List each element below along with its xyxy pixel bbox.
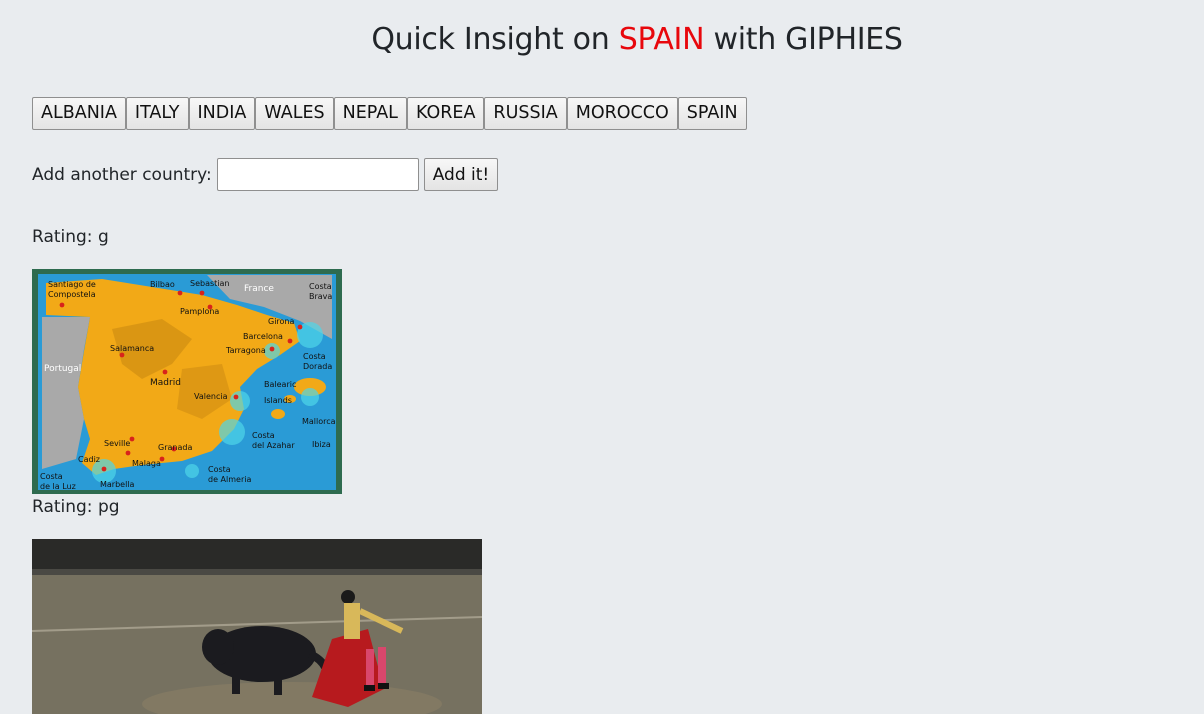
map-label-costa-brava-1: Costa (309, 282, 332, 291)
map-label-valencia: Valencia (194, 392, 228, 401)
map-label-costa-luz-2: de la Luz (40, 482, 76, 491)
map-label-balearic: Balearic (264, 380, 296, 389)
add-country-input[interactable] (216, 158, 419, 191)
map-label-madrid: Madrid (150, 378, 181, 388)
map-label-bilbao: Bilbao (150, 280, 175, 289)
map-label-mallorca: Mallorca (302, 417, 336, 426)
bullfight-gif[interactable] (32, 539, 482, 714)
map-label-granada: Granada (158, 443, 192, 452)
map-label-costa-dorada-2: Dorada (303, 362, 332, 371)
map-label-seville: Seville (104, 439, 130, 448)
title-prefix: Quick Insight on (371, 22, 610, 57)
map-label-costa-azahar-2: del Azahar (252, 441, 295, 450)
country-button-korea[interactable]: KOREA (406, 97, 485, 130)
add-country-form: Add another country: Add it! (32, 158, 499, 191)
country-button-nepal[interactable]: NEPAL (333, 97, 407, 130)
map-label-compostela: Compostela (48, 290, 96, 299)
country-button-albania[interactable]: ALBANIA (32, 97, 126, 130)
country-button-row: ALBANIA ITALY INDIA WALES NEPAL KOREA RU… (32, 97, 747, 130)
spain-map-gif[interactable]: Santiago de Compostela Bilbao Sebastian … (32, 269, 342, 494)
map-label-costa-almeria-2: de Almeria (208, 475, 251, 484)
map-label-costa-luz-1: Costa (40, 472, 63, 481)
map-label-islands: Islands (264, 396, 292, 405)
map-label-sebastian: Sebastian (190, 279, 229, 288)
country-button-wales[interactable]: WALES (255, 97, 334, 130)
map-label-ibiza: Ibiza (312, 440, 331, 449)
map-label-girona: Girona (268, 317, 295, 326)
map-label-pamplona: Pamplona (180, 307, 219, 316)
country-button-italy[interactable]: ITALY (125, 97, 189, 130)
map-label-marbella: Marbella (100, 480, 135, 489)
map-label-costa-dorada-1: Costa (303, 352, 326, 361)
add-country-label: Add another country: (32, 164, 212, 185)
country-button-spain[interactable]: SPAIN (677, 97, 747, 130)
title-country: SPAIN (618, 22, 705, 57)
rating-label: Rating: g (32, 227, 109, 247)
map-label-cadiz: Cadiz (78, 455, 100, 464)
rating-label: Rating: pg (32, 497, 120, 517)
map-label-france: France (244, 284, 274, 294)
map-label-tarragona: Tarragona (225, 346, 266, 355)
country-button-russia[interactable]: RUSSIA (484, 97, 567, 130)
add-it-button[interactable]: Add it! (423, 158, 499, 191)
map-label-portugal: Portugal (44, 364, 81, 374)
country-button-morocco[interactable]: MOROCCO (566, 97, 678, 130)
map-label-barcelona: Barcelona (243, 332, 283, 341)
map-label-malaga: Malaga (132, 459, 161, 468)
map-label-costa-brava-2: Brava (309, 292, 332, 301)
title-suffix: with GIPHIES (713, 22, 903, 57)
map-label-costa-azahar-1: Costa (252, 431, 275, 440)
country-button-india[interactable]: INDIA (188, 97, 256, 130)
map-label-santiago: Santiago de (48, 280, 96, 289)
page-title: Quick Insight on SPAIN with GIPHIES (0, 22, 1204, 57)
map-label-salamanca: Salamanca (110, 344, 154, 353)
map-label-costa-almeria-1: Costa (208, 465, 231, 474)
